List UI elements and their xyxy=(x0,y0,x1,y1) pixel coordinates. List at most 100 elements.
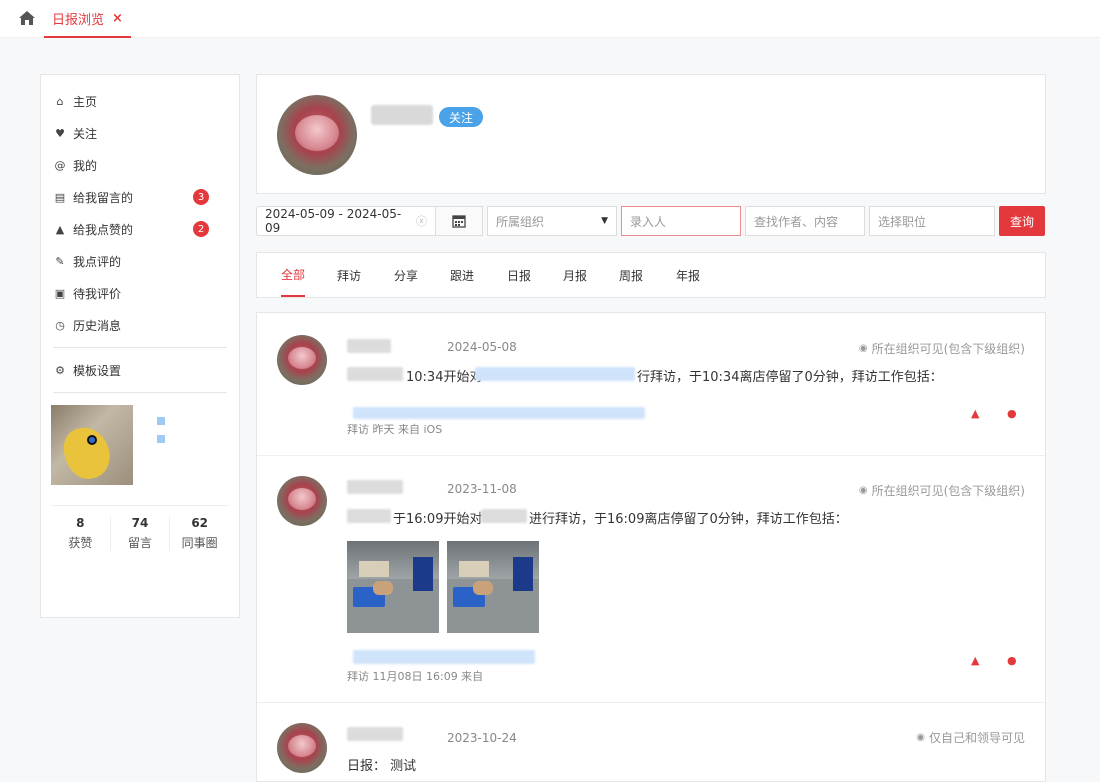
sidebar-item-template-settings[interactable]: ⚙ 模板设置 xyxy=(41,354,239,386)
redacted-text xyxy=(347,367,403,381)
divider xyxy=(53,392,227,393)
home-icon: ⌂ xyxy=(56,94,64,108)
redacted-text xyxy=(475,367,635,381)
heart-icon: ♥ xyxy=(55,126,65,140)
redacted-name xyxy=(347,727,403,741)
redacted-name xyxy=(371,105,433,125)
visibility-text: 所在组织可见(包含下级组织) xyxy=(871,342,1025,356)
org-select[interactable]: 所属组织 ▼ xyxy=(487,206,617,236)
post-image[interactable] xyxy=(447,541,539,633)
eye-icon: ◉ xyxy=(858,343,868,354)
post-image[interactable] xyxy=(347,541,439,633)
post-content: 行拜访，于10:34离店停留了0分钟，拜访工作包括： xyxy=(637,370,943,385)
sidebar-item-label: 给我留言的 xyxy=(73,190,134,205)
position-placeholder: 选择职位 xyxy=(878,214,927,229)
sidebar-item-follow[interactable]: ♥ 关注 xyxy=(41,117,239,149)
search-input[interactable]: 查找作者、内容 xyxy=(745,206,865,236)
sidebar-item-messages-to-me[interactable]: ▤ 给我留言的 3 xyxy=(41,181,239,213)
count-badge: 2 xyxy=(193,221,209,237)
comment-icon[interactable]: ● xyxy=(1007,654,1017,667)
post-content: 日报： 测试 xyxy=(347,759,417,774)
post-date: 2023-11-08 xyxy=(447,482,517,496)
sidebar-item-label: 主页 xyxy=(73,94,98,109)
sidebar-item-mine[interactable]: @ 我的 xyxy=(41,149,239,181)
sidebar-item-label: 我的 xyxy=(73,158,98,173)
calendar-button[interactable] xyxy=(435,206,483,236)
stat-colleagues[interactable]: 62 同事圈 xyxy=(170,516,229,551)
redacted-text xyxy=(347,509,391,523)
redacted-name xyxy=(347,480,403,494)
avatar[interactable] xyxy=(277,476,327,526)
org-placeholder: 所属组织 xyxy=(496,214,545,229)
post-date: 2023-10-24 xyxy=(447,731,517,745)
search-placeholder: 查找作者、内容 xyxy=(754,214,839,229)
sidebar-item-label: 我点评的 xyxy=(73,254,122,269)
divider xyxy=(53,347,227,348)
profile-header: 关注 xyxy=(256,74,1046,194)
sidebar: ⌂ 主页 ♥ 关注 @ 我的 ▤ 给我留言的 3 ▲ 给我点赞的 2 ✎ 我点评… xyxy=(40,74,240,618)
category-tabs: 全部 拜访 分享 跟进 日报 月报 周报 年报 xyxy=(256,252,1046,298)
comment-icon[interactable]: ● xyxy=(1007,407,1017,420)
tab-yearly[interactable]: 年报 xyxy=(676,253,700,297)
doc-icon: ▣ xyxy=(54,286,66,300)
avatar[interactable] xyxy=(277,335,327,385)
post-content: 进行拜访，于16:09离店停留了0分钟，拜访工作包括： xyxy=(529,512,848,527)
stat-messages[interactable]: 74 留言 xyxy=(111,516,171,551)
tab-monthly[interactable]: 月报 xyxy=(563,253,587,297)
feed-list: 2024-05-08 ◉ 所在组织可见(包含下级组织) 10:34开始对 行拜访… xyxy=(256,312,1046,782)
position-select[interactable]: 选择职位 xyxy=(869,206,995,236)
avatar[interactable] xyxy=(51,405,133,485)
stat-likes[interactable]: 8 获赞 xyxy=(51,516,111,551)
gear-icon: ⚙ xyxy=(55,363,65,377)
follow-button[interactable]: 关注 xyxy=(439,107,484,127)
date-range-input[interactable]: 2024-05-09 - 2024-05-09 ⓧ xyxy=(256,206,436,236)
recorder-input[interactable]: 录入人 xyxy=(621,206,741,236)
feed-item: 2023-10-24 ◉ 仅自己和领导可见 日报： 测试 xyxy=(257,703,1045,781)
tab-visit[interactable]: 拜访 xyxy=(337,253,361,297)
sidebar-item-likes-to-me[interactable]: ▲ 给我点赞的 2 xyxy=(41,213,239,245)
tab-daily-report-browse[interactable]: 日报浏览 × xyxy=(44,0,131,38)
close-icon[interactable]: × xyxy=(112,11,123,26)
redacted-text xyxy=(353,407,645,419)
sidebar-item-label: 关注 xyxy=(73,126,98,141)
redacted-text xyxy=(353,650,535,664)
eye-icon: ◉ xyxy=(858,485,868,496)
user-profile xyxy=(51,399,229,491)
visibility-label: ◉ 所在组织可见(包含下级组织) xyxy=(859,482,1025,499)
home-icon[interactable] xyxy=(18,10,36,26)
like-icon[interactable]: ▲ xyxy=(971,407,979,420)
tab-daily[interactable]: 日报 xyxy=(507,253,531,297)
tab-label: 日报浏览 xyxy=(52,12,105,28)
clock-icon: ◷ xyxy=(55,318,65,332)
like-icon[interactable]: ▲ xyxy=(971,654,979,667)
stat-value: 62 xyxy=(191,516,209,530)
post-content: 10:34开始对 xyxy=(406,370,483,385)
tab-weekly[interactable]: 周报 xyxy=(619,253,643,297)
query-button[interactable]: 查询 xyxy=(999,206,1045,236)
sidebar-item-home[interactable]: ⌂ 主页 xyxy=(41,85,239,117)
clear-icon[interactable]: ⓧ xyxy=(416,213,427,229)
thumb-up-icon: ▲ xyxy=(55,222,65,236)
chevron-down-icon: ▼ xyxy=(601,216,608,226)
sidebar-item-history[interactable]: ◷ 历史消息 xyxy=(41,309,239,341)
sidebar-item-pending-review[interactable]: ▣ 待我评价 xyxy=(41,277,239,309)
avatar[interactable] xyxy=(277,95,357,175)
sidebar-item-label: 待我评价 xyxy=(73,286,122,301)
sidebar-item-my-reviews[interactable]: ✎ 我点评的 xyxy=(41,245,239,277)
post-meta: 拜访 11月08日 16:09 来自 xyxy=(347,670,484,683)
tab-share[interactable]: 分享 xyxy=(394,253,418,297)
redacted-text xyxy=(481,509,527,523)
stat-value: 8 xyxy=(76,516,85,530)
recorder-placeholder: 录入人 xyxy=(630,214,667,229)
redacted-name xyxy=(157,435,165,443)
tab-all[interactable]: 全部 xyxy=(281,253,306,297)
tab-follow-up[interactable]: 跟进 xyxy=(450,253,474,297)
avatar[interactable] xyxy=(277,723,327,773)
user-stats: 8 获赞 74 留言 62 同事圈 xyxy=(51,505,229,551)
visibility-text: 仅自己和领导可见 xyxy=(928,731,1025,745)
post-meta: 拜访 昨天 来自 iOS xyxy=(347,423,443,436)
stat-label: 获赞 xyxy=(68,536,93,550)
visibility-label: ◉ 仅自己和领导可见 xyxy=(916,729,1025,746)
at-icon: @ xyxy=(54,158,66,172)
sidebar-item-label: 模板设置 xyxy=(73,363,122,378)
